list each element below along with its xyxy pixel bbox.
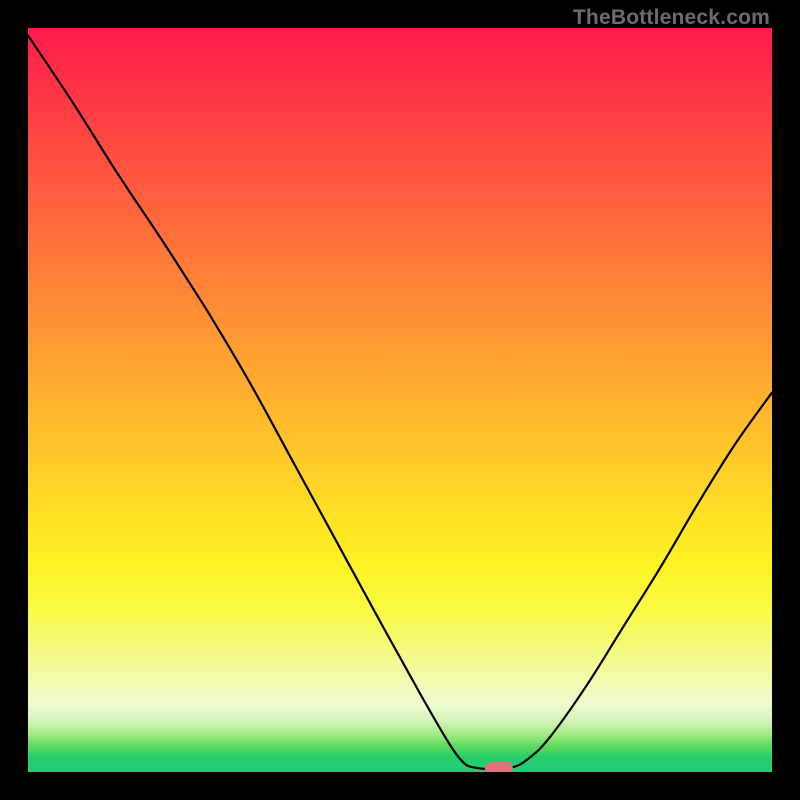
plot-area: [28, 28, 772, 772]
curve-path: [28, 35, 772, 769]
watermark-text: TheBottleneck.com: [573, 6, 770, 30]
chart-frame: TheBottleneck.com: [0, 0, 800, 800]
optimal-marker: [485, 762, 513, 772]
bottleneck-curve: [28, 28, 772, 772]
